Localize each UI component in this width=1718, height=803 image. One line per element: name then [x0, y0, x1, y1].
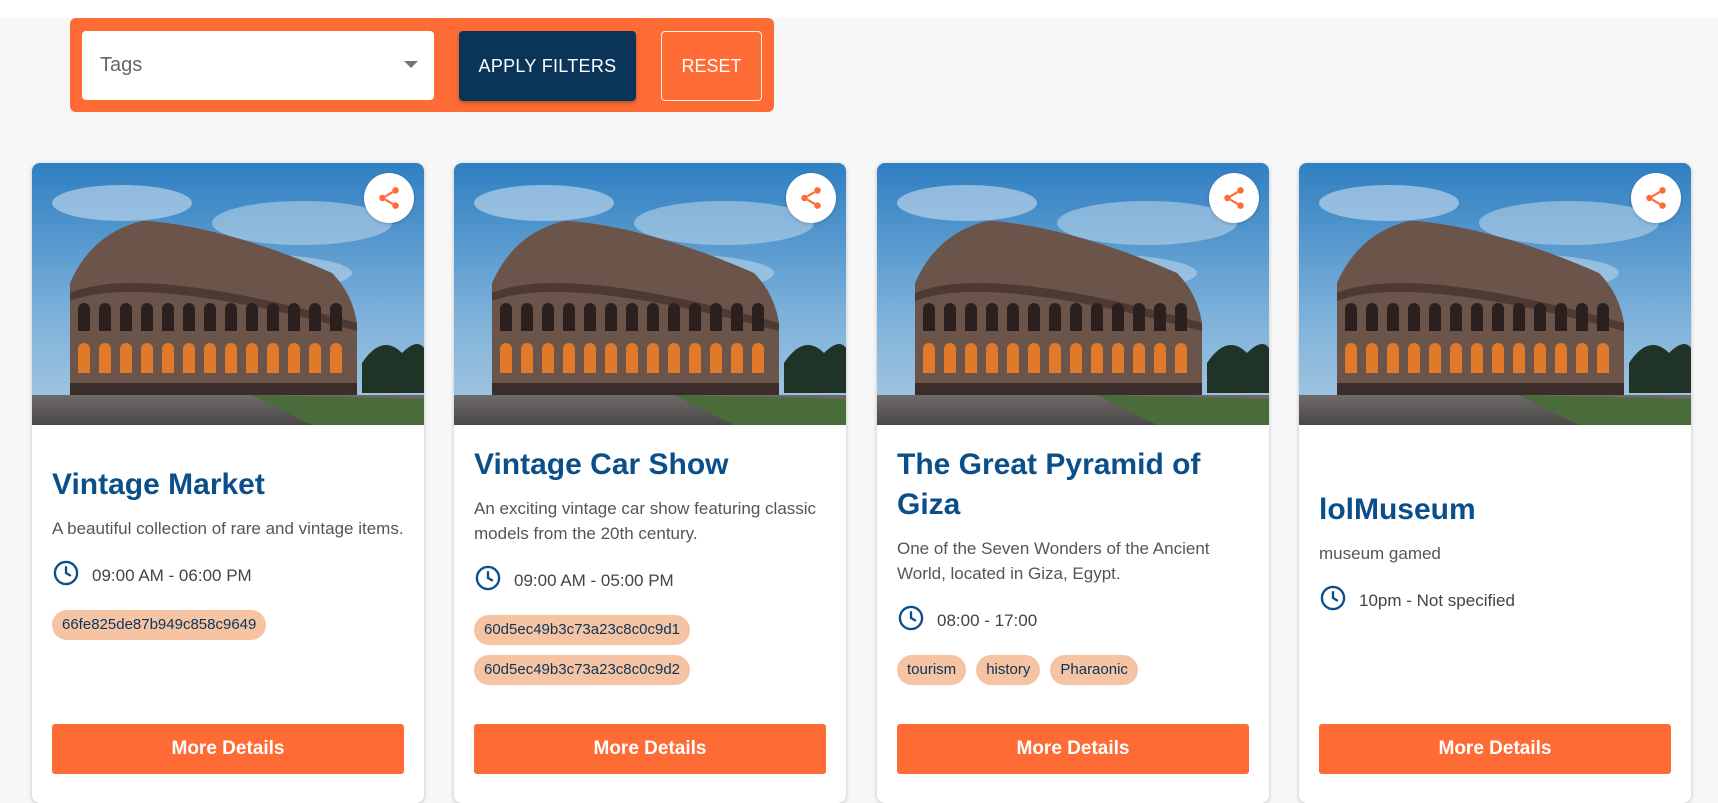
tag-chip: 60d5ec49b3c73a23c8c0c9d1	[474, 615, 691, 645]
tag-chip: tourism	[897, 655, 967, 685]
event-time: 10pm - Not specified	[1319, 584, 1671, 617]
event-title: lolMuseum	[1319, 493, 1476, 526]
event-title: The Great Pyramid of Giza	[897, 448, 1201, 521]
reset-button[interactable]: RESET	[661, 31, 762, 101]
tag-list: 66fe825de87b949c858c9649	[52, 610, 404, 640]
tags-select[interactable]: Tags	[82, 31, 434, 100]
top-strip	[0, 0, 1718, 18]
share-button[interactable]	[1631, 173, 1681, 223]
tag-list: tourism history Pharaonic	[897, 655, 1249, 685]
more-details-button[interactable]: More Details	[897, 724, 1249, 774]
clock-icon	[474, 564, 502, 597]
more-details-button[interactable]: More Details	[1319, 724, 1671, 774]
event-title: Vintage Market	[52, 468, 265, 501]
tag-list: 60d5ec49b3c73a23c8c0c9d1 60d5ec49b3c73a2…	[474, 615, 826, 685]
event-time: 09:00 AM - 06:00 PM	[52, 559, 404, 592]
chevron-down-icon	[404, 61, 418, 68]
event-description: An exciting vintage car show featuring c…	[474, 499, 817, 543]
event-time-text: 09:00 AM - 06:00 PM	[92, 565, 252, 585]
event-description: A beautiful collection of rare and vinta…	[52, 519, 404, 538]
tag-chip: history	[976, 655, 1041, 685]
event-card: The Great Pyramid of Giza One of the Sev…	[877, 163, 1269, 803]
tags-placeholder: Tags	[100, 54, 143, 76]
more-details-button[interactable]: More Details	[52, 724, 404, 774]
event-time: 08:00 - 17:00	[897, 604, 1249, 637]
event-time-text: 09:00 AM - 05:00 PM	[514, 570, 674, 590]
clock-icon	[1319, 584, 1347, 617]
event-description: One of the Seven Wonders of the Ancient …	[897, 539, 1210, 583]
tag-chip: 66fe825de87b949c858c9649	[52, 610, 267, 640]
event-description: museum gamed	[1319, 544, 1441, 563]
apply-filters-button[interactable]: APPLY FILTERS	[459, 31, 636, 101]
tag-chip: 60d5ec49b3c73a23c8c0c9d2	[474, 655, 691, 685]
event-time-text: 08:00 - 17:00	[937, 610, 1038, 630]
clock-icon	[52, 559, 80, 592]
filter-bar: Tags APPLY FILTERS RESET	[70, 18, 774, 112]
share-button[interactable]	[1209, 173, 1259, 223]
clock-icon	[897, 604, 925, 637]
share-button[interactable]	[364, 173, 414, 223]
event-time-text: 10pm - Not specified	[1359, 590, 1515, 610]
more-details-button[interactable]: More Details	[474, 724, 826, 774]
tag-chip: Pharaonic	[1050, 655, 1138, 685]
event-card: lolMuseum museum gamed 10pm - Not specif…	[1299, 163, 1691, 803]
share-button[interactable]	[786, 173, 836, 223]
event-title: Vintage Car Show	[474, 448, 729, 481]
event-time: 09:00 AM - 05:00 PM	[474, 564, 826, 597]
event-card: Vintage Car Show An exciting vintage car…	[454, 163, 846, 803]
event-card: Vintage Market A beautiful collection of…	[32, 163, 424, 803]
